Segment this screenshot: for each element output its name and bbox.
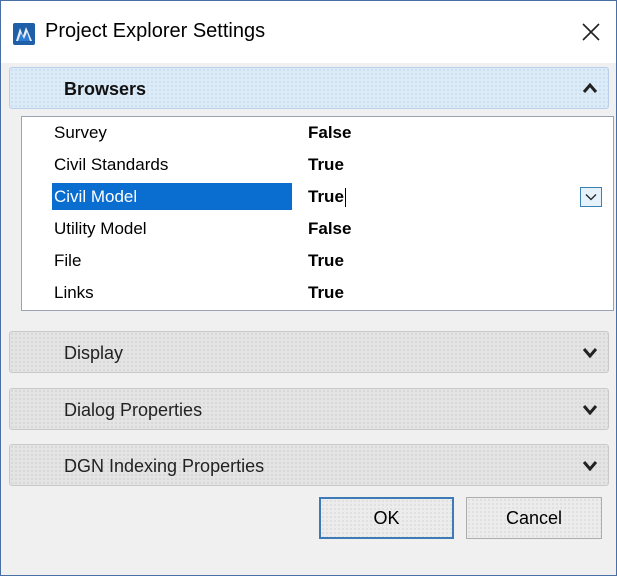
section-header-browsers[interactable]: Browsers xyxy=(9,67,609,109)
property-name: Survey xyxy=(54,123,107,142)
section-header-dialog-properties[interactable]: Dialog Properties xyxy=(9,388,609,430)
property-name: Utility Model xyxy=(54,219,147,238)
property-value: True xyxy=(308,251,344,270)
property-name-selected: Civil Model xyxy=(52,183,292,210)
property-row-links[interactable]: Links True xyxy=(22,279,613,306)
section-label-dialog-properties: Dialog Properties xyxy=(64,400,203,420)
cancel-button[interactable]: Cancel xyxy=(466,497,602,539)
section-header-display[interactable]: Display xyxy=(9,331,609,373)
property-row-file[interactable]: File True xyxy=(22,247,613,274)
property-row-civil-model[interactable]: Civil Model True xyxy=(22,183,613,210)
property-value[interactable]: True xyxy=(308,187,344,206)
close-button[interactable] xyxy=(574,15,608,49)
chevron-down-icon[interactable] xyxy=(582,346,598,358)
property-name: File xyxy=(54,251,82,270)
property-value: True xyxy=(308,283,344,302)
property-row-utility-model[interactable]: Utility Model False xyxy=(22,215,613,242)
browsers-property-grid: Survey False Civil Standards True Civil … xyxy=(21,116,614,311)
property-name: Civil Standards xyxy=(54,155,169,174)
section-label-display: Display xyxy=(64,343,124,363)
window-title: Project Explorer Settings xyxy=(45,20,266,42)
property-value-editor[interactable]: True xyxy=(308,183,346,210)
dialog-window: Project Explorer Settings Browsers Surve… xyxy=(0,0,617,576)
chevron-down-icon[interactable] xyxy=(582,403,598,415)
ok-button[interactable]: OK xyxy=(319,497,454,539)
close-icon xyxy=(582,23,600,41)
property-row-survey[interactable]: Survey False xyxy=(22,119,613,146)
property-value: True xyxy=(308,155,344,174)
project-explorer-app-icon xyxy=(13,23,35,45)
value-dropdown-button[interactable] xyxy=(580,187,602,207)
section-label-dgn-indexing: DGN Indexing Properties xyxy=(64,456,265,476)
section-header-dgn-indexing[interactable]: DGN Indexing Properties xyxy=(9,444,609,486)
text-caret xyxy=(344,188,346,208)
chevron-down-icon[interactable] xyxy=(582,459,598,471)
property-value: False xyxy=(308,123,352,142)
section-label-browsers: Browsers xyxy=(64,79,147,99)
chevron-up-icon[interactable] xyxy=(582,82,598,94)
property-name: Links xyxy=(54,283,94,302)
dropdown-arrow-icon xyxy=(585,194,597,201)
property-row-civil-standards[interactable]: Civil Standards True xyxy=(22,151,613,178)
property-value: False xyxy=(308,219,352,238)
title-bar[interactable]: Project Explorer Settings xyxy=(1,1,616,63)
